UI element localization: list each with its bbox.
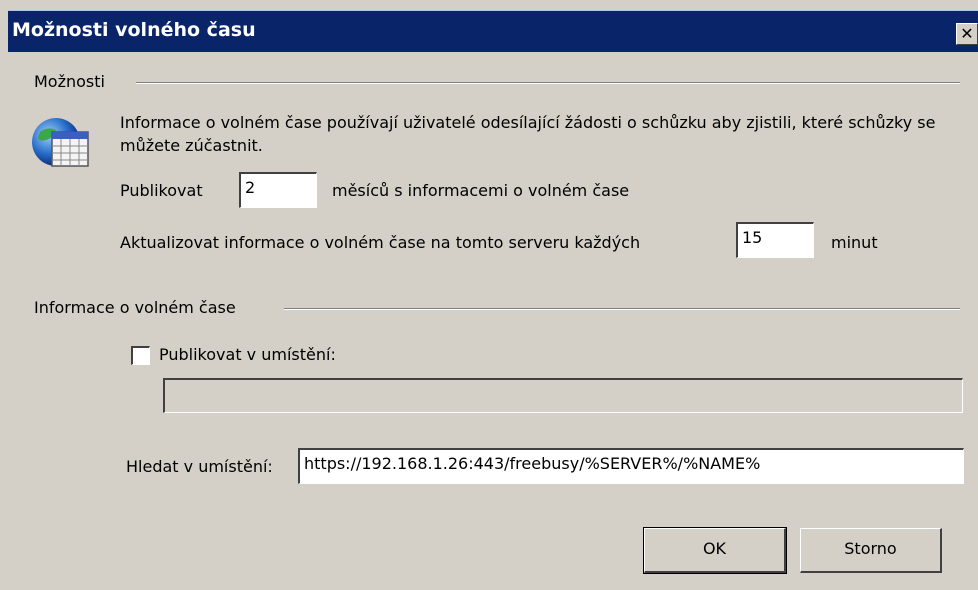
publish-at-input[interactable] (163, 378, 963, 413)
close-button[interactable]: ✕ (956, 23, 978, 45)
dialog-title: Možnosti volného času (12, 19, 256, 41)
update-interval-input[interactable]: 15 (736, 222, 814, 258)
options-description: Informace o volném čase používají uživat… (120, 113, 936, 155)
update-interval-label: Aktualizovat informace o volném čase na … (120, 233, 641, 252)
title-bar: Možnosti volného času ✕ (8, 10, 978, 53)
freebusy-group-label: Informace o volném čase (34, 298, 236, 317)
publish-months-suffix: měsíců s informacemi o volném čase (332, 181, 630, 200)
options-group-line (136, 82, 960, 84)
ok-button[interactable]: OK (643, 527, 787, 574)
options-group-label: Možnosti (34, 72, 105, 91)
publish-at-checkbox[interactable] (131, 346, 150, 365)
cancel-button[interactable]: Storno (800, 528, 942, 573)
dialog-window: Možnosti volného času ✕ Možnosti Informa… (0, 0, 978, 590)
freebusy-group-line (284, 308, 960, 310)
publish-months-input[interactable]: 2 (239, 172, 317, 208)
search-at-label: Hledat v umístění: (126, 457, 273, 476)
update-interval-suffix: minut (831, 233, 878, 252)
publish-months-label: Publikovat (120, 181, 203, 200)
close-icon: ✕ (960, 24, 974, 43)
dialog-body: Možnosti Informace o volném čase používa… (8, 52, 978, 590)
calendar-globe-icon (28, 112, 92, 176)
search-at-input[interactable]: https://192.168.1.26:443/freebusy/%SERVE… (298, 448, 964, 484)
publish-at-label: Publikovat v umístění: (159, 345, 336, 364)
